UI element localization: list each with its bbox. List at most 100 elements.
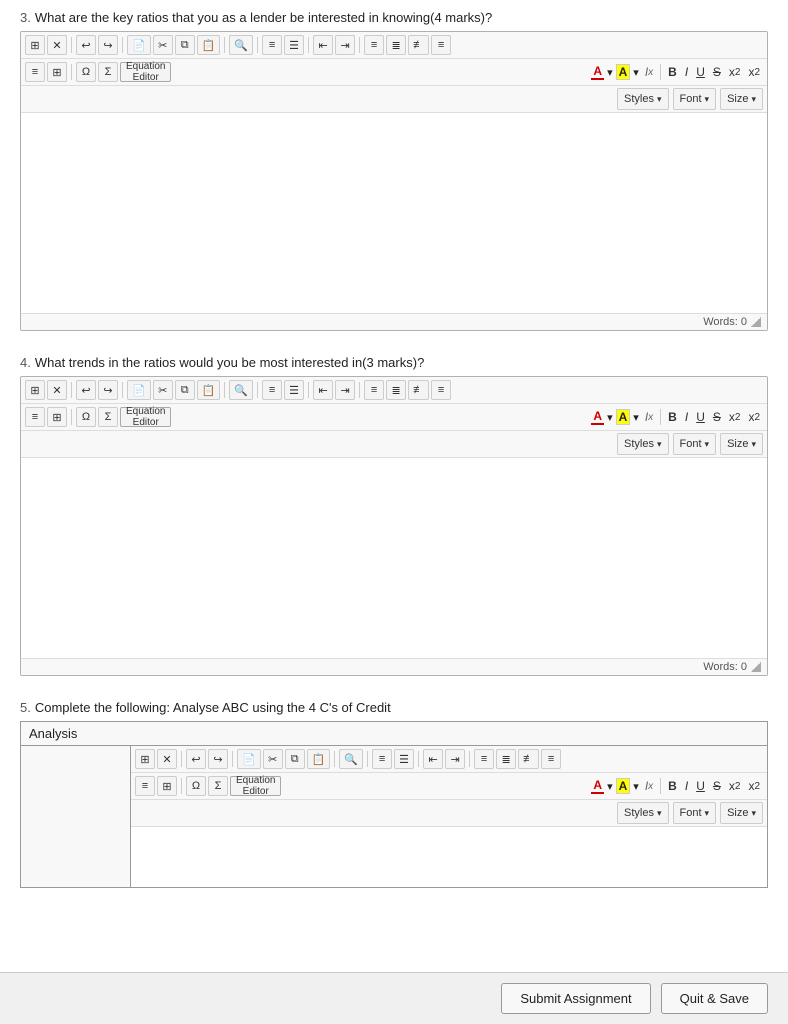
q4-styles-dropdown[interactable]: Styles [617,433,669,455]
q3-tb-align-right[interactable]: ≢ [408,35,429,55]
q5-tb-align-center[interactable]: ≣ [496,749,516,769]
q3-tb-list[interactable]: ≡ [25,62,45,82]
q5-italic-btn[interactable]: I [682,776,691,796]
q5-editor-body[interactable] [131,827,767,887]
q3-tb-align-center[interactable]: ≣ [386,35,406,55]
q4-editor-body[interactable] [21,458,767,658]
q4-tb-copy[interactable]: ⧉ [175,380,195,400]
q3-tb-copy-format[interactable]: 📄 [127,35,151,55]
q4-tb-sigma[interactable]: Σ [98,407,118,427]
q3-tb-table[interactable]: ⊞ [47,62,67,82]
q4-tb-align-justify[interactable]: ≡ [431,380,451,400]
q5-tb-indent-more[interactable]: ⇥ [445,749,465,769]
q4-tb-ul[interactable]: ☰ [284,380,304,400]
q3-tb-source[interactable]: ⊞ [25,35,45,55]
q4-font-color-btn[interactable]: A [591,409,604,425]
q4-tb-indent-more[interactable]: ⇥ [335,380,355,400]
q4-tb-cut[interactable]: ✂ [153,380,173,400]
q5-tb-undo[interactable]: ↩ [186,749,206,769]
q5-superscript-btn[interactable]: x2 [745,776,763,796]
q4-tb-maximize[interactable]: ✕ [47,380,67,400]
q3-font-color-arrow[interactable]: ▾ [607,66,613,79]
q5-font-bg-arrow[interactable]: ▾ [633,780,639,793]
q5-tb-copy-format[interactable]: 📄 [237,749,261,769]
q4-tb-ol[interactable]: ≡ [262,380,282,400]
q5-tb-align-left[interactable]: ≡ [474,749,494,769]
q3-tb-maximize[interactable]: ✕ [47,35,67,55]
q3-bold-btn[interactable]: B [665,62,680,82]
q5-tb-table[interactable]: ⊞ [157,776,177,796]
q3-subscript-btn[interactable]: x2 [726,62,744,82]
q3-styles-dropdown[interactable]: Styles [617,88,669,110]
q4-tb-redo[interactable]: ↪ [98,380,118,400]
q3-resize-handle[interactable] [751,317,761,327]
q3-font-color-btn[interactable]: A [591,64,604,80]
q3-tb-omega[interactable]: Ω [76,62,96,82]
q5-bold-btn[interactable]: B [665,776,680,796]
q3-tb-undo[interactable]: ↩ [76,35,96,55]
q4-tb-table[interactable]: ⊞ [47,407,67,427]
q3-tb-paste[interactable]: 📋 [197,35,221,55]
q5-tb-cut[interactable]: ✂ [263,749,283,769]
q3-tb-indent-more[interactable]: ⇥ [335,35,355,55]
q4-tb-align-center[interactable]: ≣ [386,380,406,400]
q4-font-bg-btn[interactable]: A [616,409,631,425]
q3-clear-format-btn[interactable]: Ix [642,62,656,82]
q5-font-bg-btn[interactable]: A [616,778,631,794]
q4-superscript-btn[interactable]: x2 [745,407,763,427]
q5-clear-format-btn[interactable]: Ix [642,776,656,796]
q5-tb-redo[interactable]: ↪ [208,749,228,769]
q3-font-bg-arrow[interactable]: ▾ [633,66,639,79]
q4-clear-format-btn[interactable]: Ix [642,407,656,427]
q5-tb-source[interactable]: ⊞ [135,749,155,769]
q3-font-bg-btn[interactable]: A [616,64,631,80]
q3-underline-btn[interactable]: U [693,62,708,82]
quit-and-save-button[interactable]: Quit & Save [661,983,768,1014]
q5-tb-copy[interactable]: ⧉ [285,749,305,769]
q5-tb-indent-less[interactable]: ⇤ [423,749,443,769]
q3-tb-indent-less[interactable]: ⇤ [313,35,333,55]
q3-strike-btn[interactable]: S [710,62,724,82]
q5-tb-omega[interactable]: Ω [186,776,206,796]
q4-font-bg-arrow[interactable]: ▾ [633,411,639,424]
q5-tb-align-justify[interactable]: ≡ [541,749,561,769]
q3-size-dropdown[interactable]: Size [720,88,763,110]
q4-size-dropdown[interactable]: Size [720,433,763,455]
q5-tb-maximize[interactable]: ✕ [157,749,177,769]
q4-tb-find[interactable]: 🔍 [229,380,253,400]
q3-font-dropdown[interactable]: Font [673,88,717,110]
submit-assignment-button[interactable]: Submit Assignment [501,983,650,1014]
q5-tb-paste[interactable]: 📋 [307,749,331,769]
q4-tb-paste[interactable]: 📋 [197,380,221,400]
q4-font-color-arrow[interactable]: ▾ [607,411,613,424]
q4-tb-list[interactable]: ≡ [25,407,45,427]
q4-tb-omega[interactable]: Ω [76,407,96,427]
q5-tb-find[interactable]: 🔍 [339,749,363,769]
q5-font-color-arrow[interactable]: ▾ [607,780,613,793]
q3-tb-align-left[interactable]: ≡ [364,35,384,55]
q4-italic-btn[interactable]: I [682,407,691,427]
q3-equation-editor-btn[interactable]: Equation Editor [120,62,171,82]
q5-font-color-btn[interactable]: A [591,778,604,794]
q4-resize-handle[interactable] [751,662,761,672]
q5-equation-editor-btn[interactable]: Equation Editor [230,776,281,796]
q5-styles-dropdown[interactable]: Styles [617,802,669,824]
q5-subscript-btn[interactable]: x2 [726,776,744,796]
q3-editor-body[interactable] [21,113,767,313]
q4-tb-align-right[interactable]: ≢ [408,380,429,400]
q4-tb-align-left[interactable]: ≡ [364,380,384,400]
q5-tb-list[interactable]: ≡ [135,776,155,796]
q5-font-dropdown[interactable]: Font [673,802,717,824]
q5-tb-ol[interactable]: ≡ [372,749,392,769]
q3-tb-ul[interactable]: ☰ [284,35,304,55]
q4-tb-source[interactable]: ⊞ [25,380,45,400]
q3-tb-align-justify[interactable]: ≡ [431,35,451,55]
q4-strike-btn[interactable]: S [710,407,724,427]
q4-tb-copy-format[interactable]: 📄 [127,380,151,400]
q4-subscript-btn[interactable]: x2 [726,407,744,427]
q4-tb-indent-less[interactable]: ⇤ [313,380,333,400]
q5-tb-sigma[interactable]: Σ [208,776,228,796]
q4-bold-btn[interactable]: B [665,407,680,427]
q4-font-dropdown[interactable]: Font [673,433,717,455]
q3-tb-copy[interactable]: ⧉ [175,35,195,55]
